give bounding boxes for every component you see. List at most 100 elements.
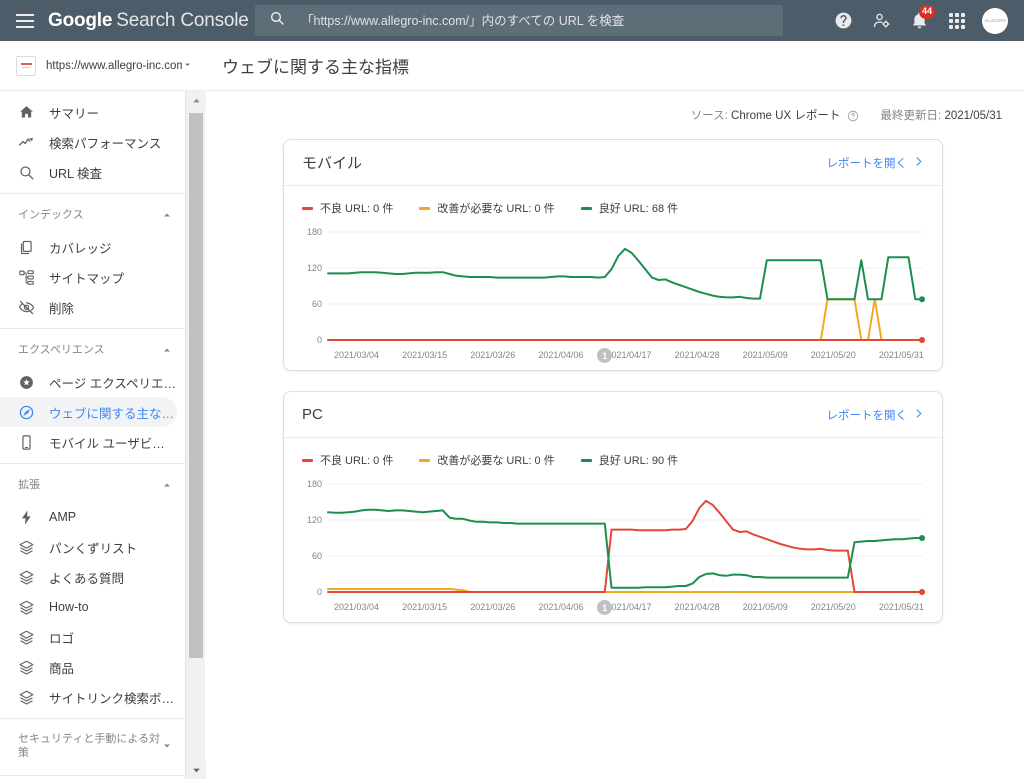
card-header: モバイル レポートを開く (284, 140, 942, 186)
legend-item-needs_improvement[interactable]: 改善が必要な URL: 0 件 (419, 200, 555, 216)
svg-text:60: 60 (312, 551, 322, 561)
sidebar-item-label: 削除 (49, 301, 75, 316)
notifications-bell-icon[interactable]: 44 (900, 0, 938, 41)
last-updated-info: 最終更新日: 2021/05/31 (881, 107, 1002, 123)
legend-item-poor[interactable]: 不良 URL: 0 件 (302, 200, 393, 216)
chart-legend: 不良 URL: 0 件 改善が必要な URL: 0 件 良好 URL: 90 件 (284, 438, 942, 468)
card-header: PC レポートを開く (284, 392, 942, 438)
last-updated-value: 2021/05/31 (944, 110, 1002, 122)
open-report-link[interactable]: レポートを開く (827, 155, 925, 171)
url-inspection-search-bar[interactable] (255, 5, 783, 36)
sidebar-item-label: サマリー (49, 106, 100, 121)
sidebar-section-header[interactable]: インデックス (0, 200, 185, 232)
metrics-card-pc: PC レポートを開く不良 URL: 0 件 改善が必要な URL: 0 件 良好 UR… (283, 391, 943, 623)
legend-label: 良好 URL: 90 件 (598, 455, 679, 467)
chart-svg-mobile: 0 60 120 180 (307, 227, 925, 345)
legend-item-good[interactable]: 良好 URL: 90 件 (580, 452, 679, 468)
chevron-up-icon[interactable] (161, 344, 173, 359)
mobile-icon (18, 434, 35, 451)
search-input[interactable] (301, 13, 761, 28)
chevron-up-icon[interactable] (161, 209, 173, 224)
chevron-down-icon[interactable] (161, 740, 173, 755)
help-icon[interactable] (824, 0, 862, 41)
search-icon (18, 164, 35, 181)
sidebar-item-よくある質問[interactable]: よくある質問 (0, 562, 177, 592)
sidebar-item-How-to[interactable]: How-to (0, 592, 177, 622)
x-axis-tick-label: 2021/03/26 (470, 602, 516, 612)
sidebar-item-サマリー[interactable]: サマリー (0, 97, 177, 127)
x-axis-tick-label: 2021/05/09 (742, 602, 788, 612)
scroll-down-arrow-icon[interactable] (186, 761, 206, 779)
chevron-down-icon[interactable] (182, 57, 193, 75)
chart-annotation-marker[interactable]: 1 (597, 348, 613, 363)
sidebar-group: エクスペリエンス ページ エクスペリエンス ウェブに関する主な指標モバイル ユーザビ… (0, 329, 185, 463)
property-selector[interactable]: https://www.allegro-inc.com/ (0, 41, 205, 91)
legend-item-good[interactable]: 良好 URL: 68 件 (580, 200, 678, 216)
open-report-link[interactable]: レポートを開く (827, 407, 925, 423)
sidebar-item-URL-検査[interactable]: URL 検査 (0, 157, 177, 187)
page-header: ウェブに関する主な指標 (206, 41, 1024, 91)
open-report-label: レポートを開く (826, 157, 908, 170)
series-endpoint-dot (919, 337, 925, 343)
legend-item-poor[interactable]: 不良 URL: 0 件 (302, 452, 393, 468)
chart-legend: 不良 URL: 0 件 改善が必要な URL: 0 件 良好 URL: 68 件 (284, 186, 942, 216)
sidebar-item-label: モバイル ユーザビリティ (49, 436, 177, 451)
sitemap-icon (18, 269, 35, 286)
avatar-initials: ALLEGRO (982, 7, 1008, 34)
legend-label: 不良 URL: 0 件 (320, 455, 394, 467)
x-axis-tick-label: 2021/04/28 (674, 602, 720, 612)
legend-color-swatch (302, 458, 313, 462)
sidebar-item-カバレッジ[interactable]: カバレッジ (0, 232, 177, 262)
sidebar-item-検索パフォーマンス[interactable]: 検索パフォーマンス (0, 127, 177, 157)
sidebar-item-パンくずリスト[interactable]: パンくずリスト (0, 532, 177, 562)
x-axis-tick-label: 2021/03/15 (402, 350, 448, 360)
sidebar-item-ページ-エクスペリエンス[interactable]: ページ エクスペリエンス (0, 367, 177, 397)
hamburger-menu-icon[interactable] (16, 13, 34, 28)
sidebar-scrollbar-thumb[interactable] (189, 113, 203, 658)
sidebar-item-商品[interactable]: 商品 (0, 652, 177, 682)
sidebar-item-label: 商品 (49, 661, 75, 676)
sidebar-section-header[interactable]: セキュリティと手動による対策 (0, 725, 185, 769)
series-endpoint-dot (919, 296, 925, 303)
sidebar-item-サイトリンク検索ボッ...[interactable]: サイトリンク検索ボッ... (0, 682, 177, 712)
layers-icon (18, 569, 35, 586)
account-settings-icon[interactable] (862, 0, 900, 41)
svg-text:180: 180 (307, 227, 322, 237)
x-axis-tick-label: 2021/05/20 (810, 350, 856, 360)
sidebar-item-サイトマップ[interactable]: サイトマップ (0, 262, 177, 292)
layers-icon (18, 689, 35, 706)
x-axis-tick-label: 2021/05/09 (742, 350, 788, 360)
help-circle-icon[interactable] (847, 110, 859, 122)
chart-annotation-marker[interactable]: 1 (597, 600, 613, 615)
apps-grid-icon[interactable] (938, 0, 976, 41)
series-endpoint-dot (919, 535, 925, 541)
sidebar-item-ウェブに関する主な指標[interactable]: ウェブに関する主な指標 (0, 397, 177, 427)
sidebar-item-ロゴ[interactable]: ロゴ (0, 622, 177, 652)
top-bar-icons: 44 ALLEGRO (824, 0, 1014, 41)
sidebar-item-削除[interactable]: 削除 (0, 292, 177, 322)
notification-count-badge: 44 (919, 5, 935, 19)
sidebar-group: サマリー検索パフォーマンス URL 検査 (0, 91, 185, 193)
sidebar-item-AMP[interactable]: AMP (0, 502, 177, 532)
source-value: Chrome UX レポート (731, 110, 841, 122)
x-axis-tick-label: 2021/04/06 (538, 350, 584, 360)
avatar[interactable]: ALLEGRO (976, 0, 1014, 41)
top-app-bar: Google Search Console 「https://www.alleg… (0, 0, 1024, 41)
search-icon (269, 10, 285, 31)
chart-svg-pc: 0 60 120 180 (307, 479, 925, 597)
sidebar-item-モバイル-ユーザビリティ[interactable]: モバイル ユーザビリティ (0, 427, 177, 457)
sidebar-section-header[interactable]: 拡張 (0, 470, 185, 502)
sidebar-scrollbar[interactable] (185, 91, 206, 779)
sidebar-group: セキュリティと手動による対策 (0, 719, 185, 775)
sidebar-section-header[interactable]: エクスペリエンス (0, 335, 185, 367)
chevron-up-icon[interactable] (161, 479, 173, 494)
page-experience-icon (18, 374, 35, 391)
x-axis-tick-label: 2021/03/04 (334, 350, 380, 360)
x-axis-labels: 2021/03/04 2021/03/15 2021/03/26 2021/04/06… (296, 602, 930, 612)
sidebar-group: インデックス カバレッジ サイトマップ削除 (0, 194, 185, 328)
legend-item-needs_improvement[interactable]: 改善が必要な URL: 0 件 (419, 452, 555, 468)
app-brand: Google Search Console (48, 10, 249, 32)
property-thumbnail-icon (16, 55, 36, 76)
scroll-up-arrow-icon[interactable] (186, 91, 206, 109)
legend-label: 改善が必要な URL: 0 件 (437, 455, 555, 467)
